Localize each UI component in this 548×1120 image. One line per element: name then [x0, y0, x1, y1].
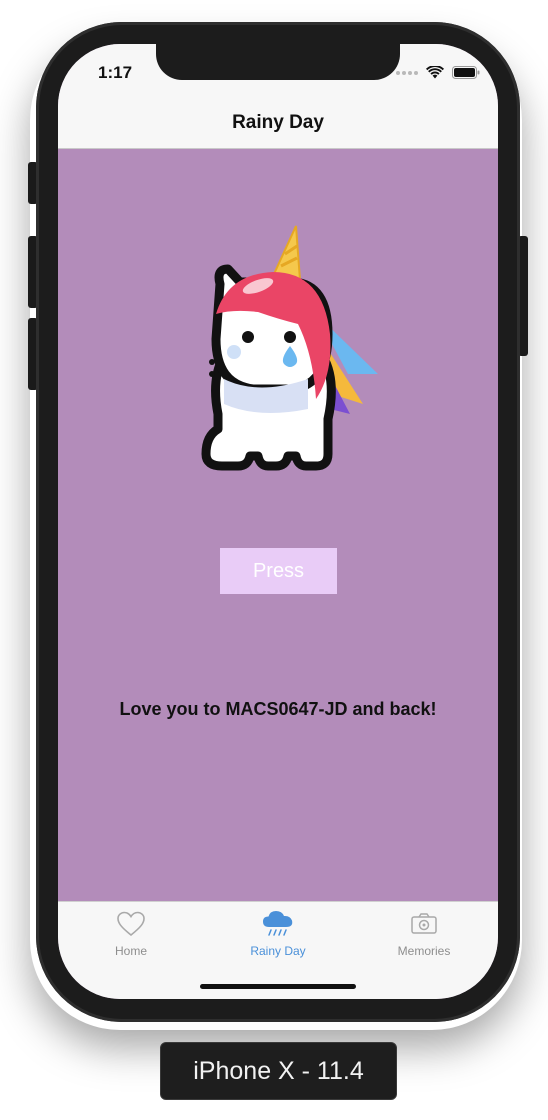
rain-cloud-icon: [263, 911, 293, 936]
wifi-icon: [426, 66, 444, 79]
device-screen: 1:17 Rainy Day Press Love you to MACS064…: [58, 44, 498, 999]
rainy-day-content: Press Love you to MACS0647-JD and back!: [58, 149, 498, 901]
signal-icon: [396, 70, 418, 75]
love-message: Love you to MACS0647-JD and back!: [119, 699, 437, 719]
device-label: iPhone X - 11.4: [160, 1042, 397, 1100]
tab-memories-label: Memories: [397, 944, 451, 958]
device-notch: [156, 44, 400, 80]
status-icons: [396, 66, 480, 79]
battery-icon: [452, 66, 480, 79]
status-time: 1:17: [98, 63, 133, 82]
tab-memories[interactable]: Memories: [351, 910, 497, 966]
tab-rainy-day-label: Rainy Day: [250, 944, 306, 958]
tab-home[interactable]: Home: [58, 910, 204, 966]
heart-icon: [117, 911, 145, 937]
page-title: Rainy Day: [232, 112, 324, 133]
tab-rainy-day[interactable]: Rainy Day: [205, 910, 351, 966]
simulator-stage: 1:17 Rainy Day Press Love you to MACS064…: [0, 0, 548, 1120]
tab-home-label: Home: [114, 944, 147, 958]
navigation-bar: 1:17 Rainy Day: [58, 44, 498, 149]
tab-bar: Home Rainy Day Memories: [58, 901, 498, 999]
home-indicator[interactable]: [200, 984, 356, 989]
press-button[interactable]: Press: [220, 548, 337, 594]
crying-unicorn-icon: [201, 225, 378, 471]
camera-icon: [411, 913, 437, 934]
